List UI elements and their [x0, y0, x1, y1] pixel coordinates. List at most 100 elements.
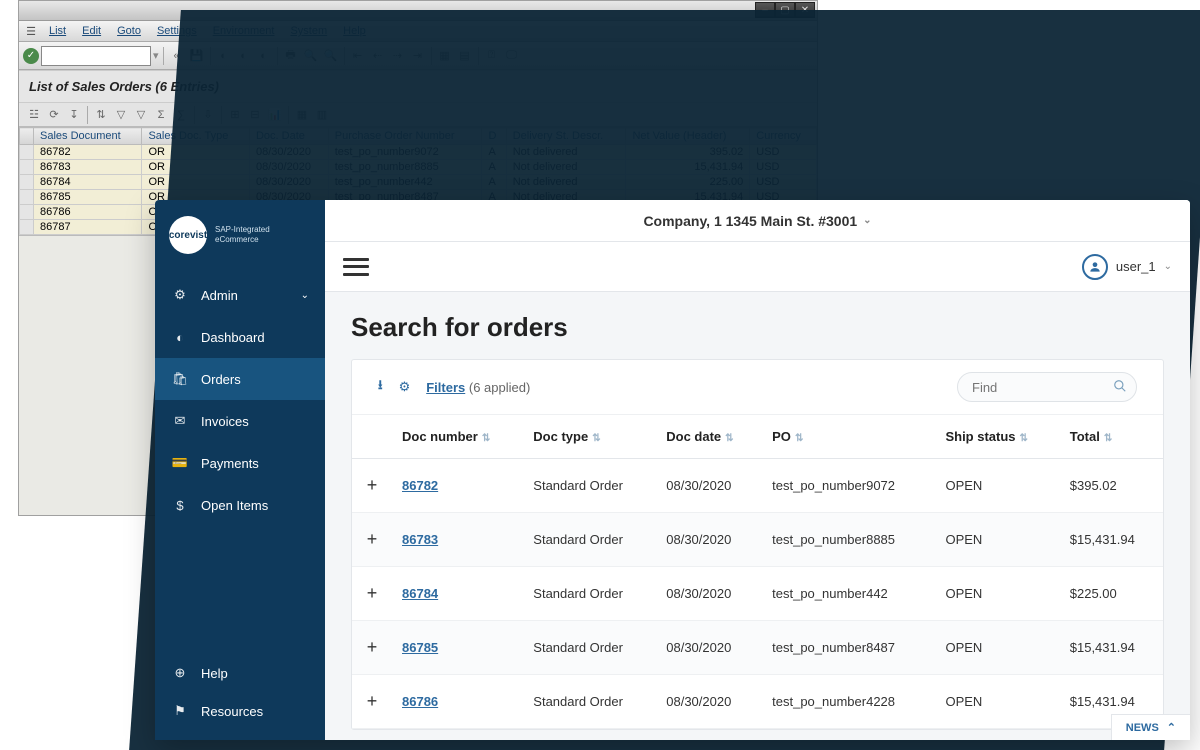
cell: $225.00 — [1060, 567, 1163, 621]
bag-icon: 🛍 — [171, 370, 189, 388]
filter-bar: ⭳ ⚙ Filters (6 applied) — [352, 360, 1163, 415]
table-row: + 86785 Standard Order 08/30/2020 test_p… — [352, 621, 1163, 675]
sidebar-item-label: Payments — [201, 456, 259, 471]
sort-icon: ⇅ — [592, 433, 600, 444]
row-selector[interactable] — [20, 175, 34, 190]
row-selector[interactable] — [20, 160, 34, 175]
sidebar-item-label: Admin — [201, 288, 238, 303]
sap-menu-list[interactable]: List — [41, 23, 74, 39]
cell: Standard Order — [523, 513, 656, 567]
sidebar-item-help[interactable]: ⊕Help — [155, 654, 325, 692]
doc-number-link[interactable]: 86786 — [402, 694, 438, 709]
orders-col[interactable]: PO⇅ — [762, 415, 935, 459]
sort-icon: ⇅ — [725, 433, 733, 444]
top-toolbar: user_1 ⌄ — [325, 242, 1190, 292]
search-input[interactable] — [957, 372, 1137, 402]
orders-col[interactable]: Ship status⇅ — [935, 415, 1059, 459]
doc-number-link[interactable]: 86784 — [402, 586, 438, 601]
ok-icon[interactable]: ✓ — [23, 48, 39, 64]
sort-icon: ⇅ — [1104, 433, 1112, 444]
chevron-down-icon: ⌄ — [301, 290, 309, 301]
expand-row-icon[interactable]: + — [352, 513, 392, 567]
cell: 08/30/2020 — [656, 567, 762, 621]
sidebar-item-label: Resources — [201, 704, 263, 719]
filters-link[interactable]: Filters — [426, 380, 465, 395]
news-tab[interactable]: NEWS ⌃ — [1111, 714, 1190, 740]
sidebar-item-resources[interactable]: ⚑Resources — [155, 692, 325, 730]
sidebar-item-admin[interactable]: ⚙ Admin ⌄ — [155, 274, 325, 316]
sap-menu-goto[interactable]: Goto — [109, 23, 149, 39]
sap-menu-edit[interactable]: Edit — [74, 23, 109, 39]
cell: 86787 — [34, 220, 142, 235]
gear-icon: ⚙ — [171, 286, 189, 304]
sidebar-item-payments[interactable]: 💳Payments — [155, 442, 325, 484]
cell: 86783 — [34, 160, 142, 175]
cell: test_po_number9072 — [762, 459, 935, 513]
table-row: + 86782 Standard Order 08/30/2020 test_p… — [352, 459, 1163, 513]
cell: test_po_number8487 — [762, 621, 935, 675]
filter-icon[interactable]: ⚙ — [399, 379, 411, 395]
cell: $395.02 — [1060, 459, 1163, 513]
company-selector[interactable]: Company, 1 1345 Main St. #3001 ⌄ — [325, 200, 1190, 242]
cell: 86786 — [34, 205, 142, 220]
user-menu[interactable]: user_1 ⌄ — [1082, 254, 1172, 280]
cell: OPEN — [935, 567, 1059, 621]
logo-icon: corevist — [169, 216, 207, 254]
sidebar-item-label: Open Items — [201, 498, 268, 513]
orders-col[interactable]: Doc type⇅ — [523, 415, 656, 459]
cell: 08/30/2020 — [656, 621, 762, 675]
sidebar-item-orders[interactable]: 🛍 Orders — [155, 358, 325, 400]
cell: Standard Order — [523, 567, 656, 621]
sum-icon[interactable]: Σ — [152, 106, 170, 124]
filter2-icon[interactable]: ▽ — [132, 106, 150, 124]
filter-icon[interactable]: ▽ — [112, 106, 130, 124]
cell: test_po_number8885 — [762, 513, 935, 567]
expand-row-icon[interactable]: + — [352, 459, 392, 513]
sidebar-item-label: Dashboard — [201, 330, 265, 345]
row-selector[interactable] — [20, 220, 34, 235]
row-selector[interactable] — [20, 205, 34, 220]
table-row: + 86783 Standard Order 08/30/2020 test_p… — [352, 513, 1163, 567]
expand-row-icon[interactable]: + — [352, 621, 392, 675]
orders-col[interactable]: Doc date⇅ — [656, 415, 762, 459]
table-row: + 86786 Standard Order 08/30/2020 test_p… — [352, 675, 1163, 729]
company-name: Company, 1 1345 Main St. #3001 — [643, 213, 857, 229]
menu-back-icon[interactable]: ☰ — [23, 23, 39, 39]
details-icon[interactable]: ☳ — [25, 106, 43, 124]
cell: 08/30/2020 — [656, 513, 762, 567]
sap-okcode-input[interactable] — [41, 46, 151, 66]
sidebar-item-dashboard[interactable]: ◐Dashboard — [155, 316, 325, 358]
doc-number-link[interactable]: 86785 — [402, 640, 438, 655]
doc-number-link[interactable]: 86783 — [402, 532, 438, 547]
cell: Standard Order — [523, 459, 656, 513]
cell: OPEN — [935, 675, 1059, 729]
orders-col[interactable]: Total⇅ — [1060, 415, 1163, 459]
sidebar-item-open-items[interactable]: $ Open Items — [155, 484, 325, 526]
row-selector[interactable] — [20, 190, 34, 205]
filters-count: (6 applied) — [469, 380, 530, 395]
search-icon[interactable] — [1113, 379, 1127, 396]
cell: 08/30/2020 — [656, 459, 762, 513]
sort-icon: ⇅ — [482, 433, 490, 444]
refresh-icon[interactable]: ⟳ — [45, 106, 63, 124]
dollar-icon: $ — [171, 496, 189, 514]
sort-icon: ⇅ — [1020, 433, 1028, 444]
cell: 86785 — [34, 190, 142, 205]
download-icon[interactable]: ⭳ — [378, 376, 383, 398]
row-selector[interactable] — [20, 145, 34, 160]
hamburger-icon[interactable] — [343, 258, 369, 276]
orders-col[interactable]: Doc number⇅ — [392, 415, 523, 459]
expand-row-icon[interactable]: + — [352, 567, 392, 621]
cell: $15,431.94 — [1060, 621, 1163, 675]
expand-row-icon[interactable]: + — [352, 675, 392, 729]
doc-number-link[interactable]: 86782 — [402, 478, 438, 493]
cell: test_po_number442 — [762, 567, 935, 621]
sidebar: corevist SAP-Integrated eCommerce ⚙Admin… — [155, 200, 325, 740]
sort-asc-icon[interactable]: ↧ — [65, 106, 83, 124]
sort-icon[interactable]: ⇅ — [92, 106, 110, 124]
sidebar-item-label: Orders — [201, 372, 241, 387]
sidebar-item-invoices[interactable]: ✉Invoices — [155, 400, 325, 442]
cell: Standard Order — [523, 621, 656, 675]
sap-col[interactable]: Sales Document — [34, 128, 142, 145]
main-area: Company, 1 1345 Main St. #3001 ⌄ user_1 … — [325, 200, 1190, 740]
